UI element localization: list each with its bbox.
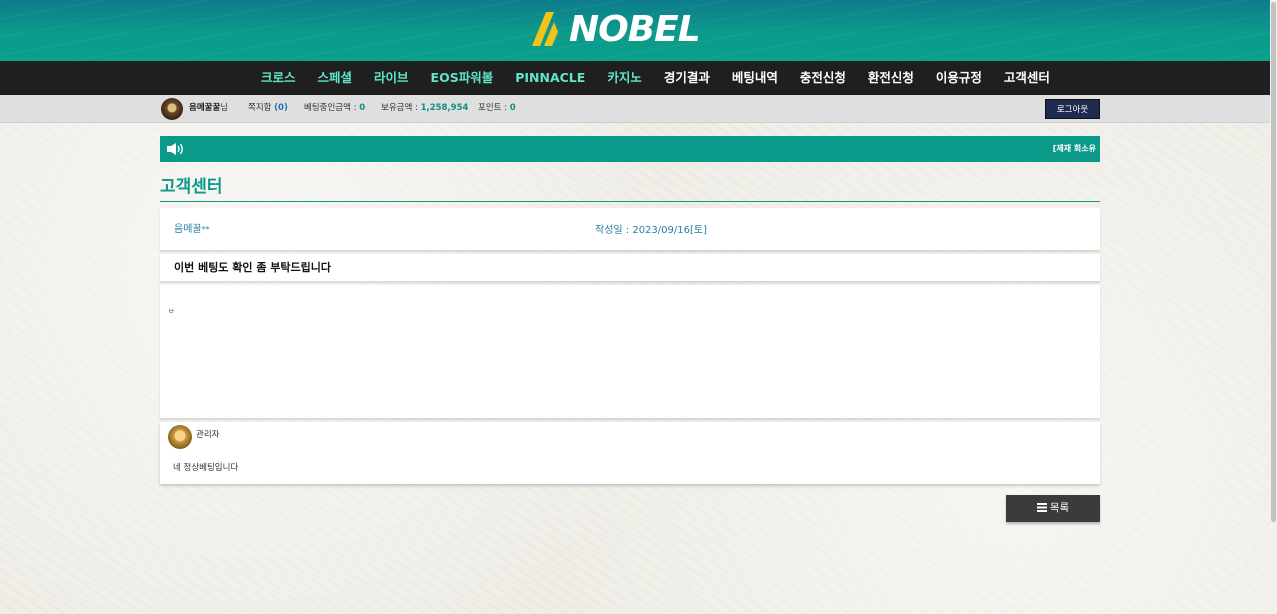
nav-item[interactable]: 베팅내역	[721, 61, 789, 95]
holding-value: 1,258,954	[420, 103, 469, 113]
list-button[interactable]: 목록	[1006, 495, 1100, 522]
post-body: ㅂ	[160, 285, 1100, 418]
nav-item[interactable]: 환전신청	[857, 61, 925, 95]
post-meta: 음메꿀** 작성일 : 2023/09/16[토]	[160, 208, 1100, 250]
betting-label: 베팅중인금액 :	[304, 103, 357, 113]
site-header: NOBEL	[0, 0, 1277, 61]
points-label: 포인트 :	[478, 103, 508, 113]
site-logo[interactable]: NOBEL	[532, 8, 732, 50]
reply-text: 네 정상베팅입니다	[173, 463, 239, 473]
nav-item[interactable]: PINNACLE	[504, 61, 596, 95]
logout-button[interactable]: 로그아웃	[1045, 99, 1100, 119]
main-nav: 크로스 스페셜 라이브 EOS파워볼 PINNACLE 카지노 경기결과 베팅내역 충전신청 환전…	[0, 61, 1277, 96]
messages-count: (0)	[274, 103, 288, 113]
nav-item[interactable]: 카지노	[596, 61, 653, 95]
nav-item[interactable]: 경기결과	[653, 61, 721, 95]
username-suffix: 님	[220, 103, 229, 113]
reply-box: 관리자 네 정상베팅입니다	[160, 422, 1100, 484]
author-mask: **	[201, 225, 210, 234]
nav-item[interactable]: EOS파워볼	[420, 61, 505, 95]
nav-item[interactable]: 충전신청	[789, 61, 857, 95]
list-button-label: 목록	[1049, 502, 1070, 514]
username: 음메꿀꿀	[189, 103, 221, 113]
nav-item[interactable]: 고객센터	[993, 61, 1061, 95]
nav-item[interactable]: 라이브	[363, 61, 420, 95]
user-bar: 음메꿀꿀님 쪽지함 (0) 베팅중인금액 : 0 보유금액 : 1,258,95…	[0, 95, 1277, 123]
reply-author: 관리자	[196, 430, 220, 440]
admin-avatar	[168, 425, 192, 449]
list-icon	[1036, 503, 1047, 512]
user-avatar	[161, 98, 183, 120]
notice-bar: [제재 회소유	[160, 136, 1100, 162]
post-subject: 이번 베팅도 확인 좀 부탁드립니다	[174, 261, 331, 274]
points-value: 0	[509, 103, 516, 113]
post-subject-row: 이번 베팅도 확인 좀 부탁드립니다	[160, 254, 1100, 281]
speaker-icon	[167, 143, 183, 155]
nav-item[interactable]: 스페셜	[307, 61, 364, 95]
vertical-scrollbar[interactable]	[1270, 0, 1277, 614]
post-author: 음메꿀**	[174, 224, 210, 235]
nav-item[interactable]: 크로스	[250, 61, 307, 95]
logo-text: NOBEL	[569, 9, 701, 50]
logo-mark-icon	[532, 12, 558, 46]
post-date: 작성일 : 2023/09/16[토]	[595, 225, 707, 236]
notice-text[interactable]: [제재 회소유	[1053, 136, 1096, 162]
holding-label: 보유금액 :	[381, 103, 418, 113]
title-divider	[160, 201, 1100, 202]
post-body-text: ㅂ	[168, 307, 175, 315]
betting-value: 0	[359, 103, 366, 113]
nav-item[interactable]: 이용규정	[925, 61, 993, 95]
messages-link[interactable]: 쪽지함 (0)	[248, 95, 288, 122]
page-title: 고객센터	[160, 177, 223, 197]
scrollbar-thumb[interactable]	[1271, 2, 1276, 522]
